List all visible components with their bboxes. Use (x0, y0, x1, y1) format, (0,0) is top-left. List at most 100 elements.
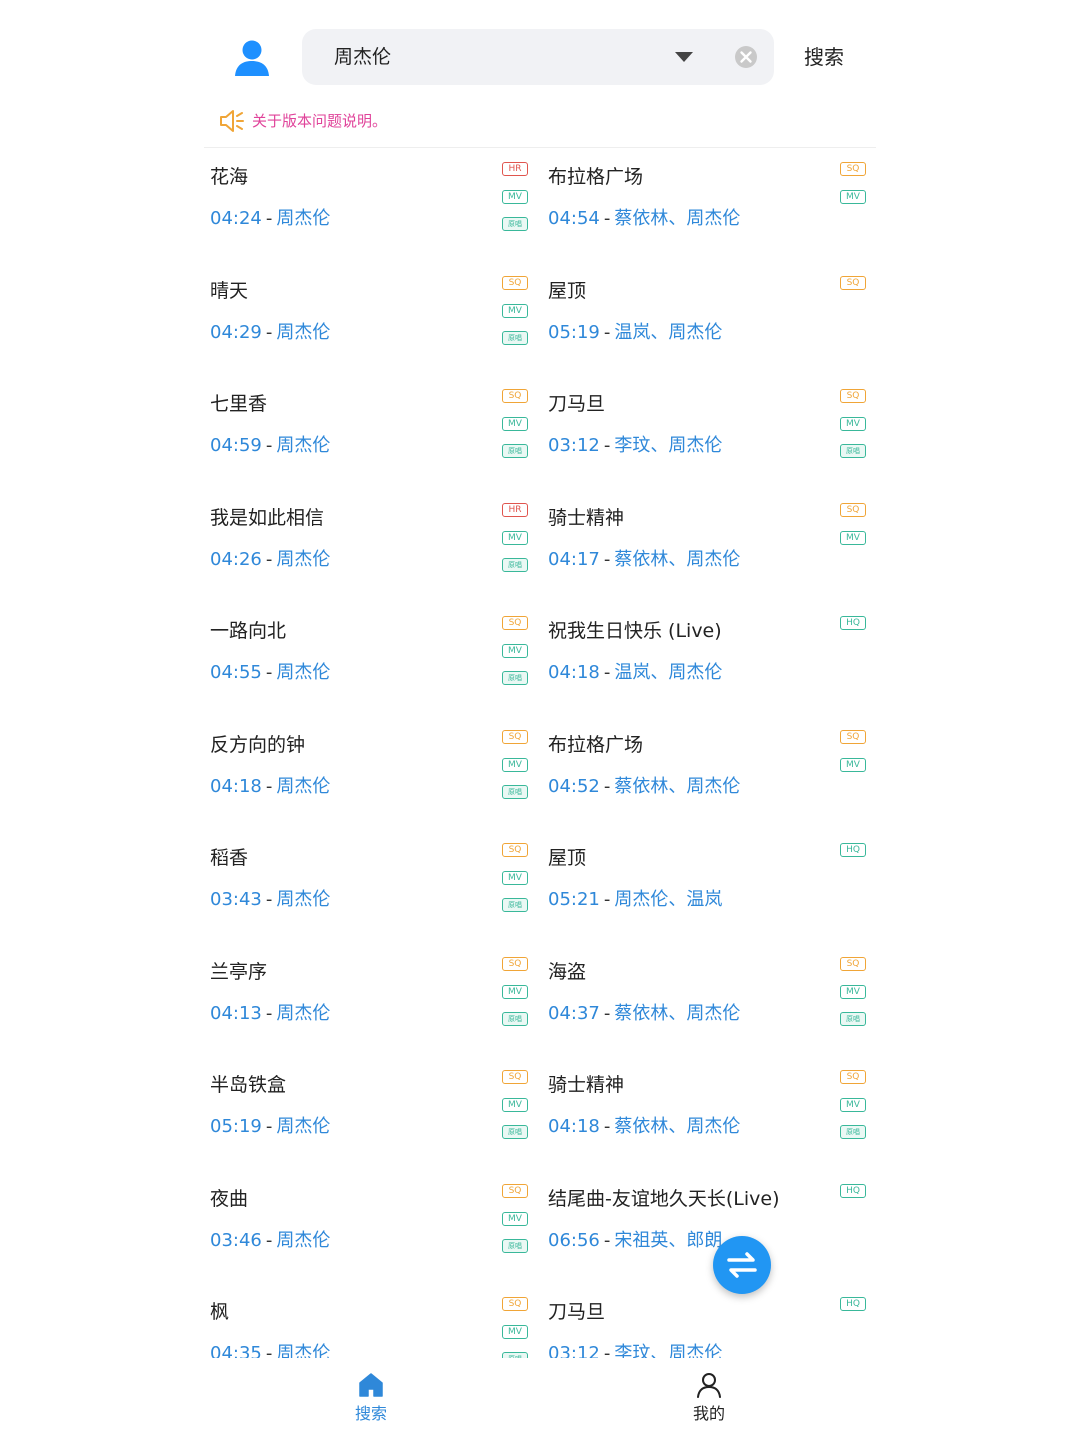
song-duration: 06:56 (548, 1229, 600, 1251)
clear-icon[interactable] (734, 45, 758, 69)
badge-mv: MV (502, 984, 528, 999)
meta-separator: - (603, 1343, 611, 1358)
song-item[interactable]: 七里香 04:59- 周杰伦 SQ MV 原唱 (204, 375, 540, 488)
search-input[interactable]: 周杰伦 (302, 29, 774, 85)
search-button[interactable]: 搜索 (804, 29, 844, 85)
meta-separator: - (265, 1116, 273, 1137)
meta-separator: - (265, 321, 273, 343)
song-duration: 04:24 (210, 208, 262, 229)
song-artist: 李玟、周杰伦 (614, 435, 723, 456)
nav-mine[interactable]: 我的 (669, 1372, 749, 1432)
nav-mine-label: 我的 (692, 1404, 725, 1423)
song-title: 花海 (210, 166, 249, 188)
song-duration: 04:55 (210, 662, 262, 683)
song-item[interactable]: 夜曲 03:46- 周杰伦 SQ MV 原唱 (204, 1170, 540, 1283)
song-title: 一路向北 (210, 620, 287, 642)
user-icon[interactable] (232, 38, 272, 78)
song-duration: 04:13 (210, 1002, 262, 1024)
song-meta: 04:13- 周杰伦 (210, 999, 330, 1025)
badge-mv: MV (502, 871, 528, 885)
song-title: 兰亭序 (210, 960, 268, 983)
search-query-text[interactable]: 周杰伦 (334, 29, 391, 85)
song-duration: 04:59 (210, 435, 262, 456)
song-item[interactable]: 结尾曲-友谊地久天长(Live) 06:56- 宋祖英、郎朗... HQ (542, 1170, 878, 1283)
song-title: 晴天 (210, 279, 249, 302)
song-item[interactable]: 晴天 04:29- 周杰伦 SQ MV 原唱 (204, 262, 540, 375)
song-item[interactable]: 布拉格广场 04:52- 蔡依林、周杰伦 SQ MV (542, 716, 878, 829)
quality-badges: HQ (840, 829, 870, 919)
song-item[interactable]: 屋顶 05:21- 周杰伦、温岚 HQ (542, 829, 878, 942)
song-meta: 06:56- 宋祖英、郎朗... (548, 1226, 740, 1252)
meta-separator: - (603, 775, 611, 797)
badge-sq: SQ (502, 956, 528, 971)
quality-badges: SQ MV 原唱 (502, 829, 532, 919)
quality-badges: SQ MV (840, 716, 870, 806)
song-title: 枫 (210, 1301, 230, 1323)
song-item[interactable]: 祝我生日快乐 (Live) 04:18- 温岚、周杰伦 HQ (542, 602, 878, 715)
meta-separator: - (265, 1002, 273, 1024)
song-meta: 03:12- 李玟、周杰伦 (548, 1339, 722, 1358)
song-item[interactable]: 花海 04:24- 周杰伦 HR MV 原唱 (204, 148, 540, 261)
badge-sq: SQ (502, 1297, 528, 1311)
badge-original: 原唱 (502, 444, 528, 458)
badge-sq: SQ (502, 389, 528, 403)
badge-sq: SQ (502, 1070, 528, 1084)
song-meta: 04:18- 周杰伦 (210, 772, 330, 798)
song-duration: 04:54 (548, 208, 600, 229)
quality-badges: HQ (840, 1170, 870, 1260)
badge-original: 原唱 (840, 1011, 866, 1026)
song-item[interactable]: 稻香 03:43- 周杰伦 SQ MV 原唱 (204, 829, 540, 942)
song-item[interactable]: 半岛铁盒 05:19- 周杰伦 SQ MV 原唱 (204, 1056, 540, 1169)
bottom-nav: 搜索 我的 (0, 1360, 1080, 1440)
badge-mv: MV (840, 530, 866, 545)
song-item[interactable]: 枫 04:35-周杰伦 SQ MV 原唱 (204, 1283, 540, 1358)
song-item[interactable]: 我是如此相信 04:26- 周杰伦 HR MV 原唱 (204, 489, 540, 602)
song-list[interactable]: 花海 04:24- 周杰伦 HR MV 原唱 布拉格广场 04:54- 蔡依林、周杰伦 SQ MV 晴… (0, 148, 1080, 1358)
song-item[interactable]: 兰亭序 04:13- 周杰伦 SQ MV 原唱 (204, 943, 540, 1056)
caret-down-icon[interactable] (674, 51, 694, 63)
meta-separator: - (603, 548, 611, 570)
badge-original: 原唱 (502, 217, 528, 231)
song-title: 刀马旦 (548, 1301, 606, 1323)
song-item[interactable]: 一路向北 04:55- 周杰伦 SQ MV 原唱 (204, 602, 540, 715)
song-meta: 05:19- 周杰伦 (210, 1112, 330, 1138)
song-duration: 03:46 (210, 1229, 262, 1251)
song-item[interactable]: 刀马旦 03:12- 李玟、周杰伦 HQ (542, 1283, 878, 1358)
notice-text[interactable]: 关于版本问题说明。 (252, 106, 387, 136)
song-artist: 周杰伦、温岚 (614, 889, 723, 910)
song-item[interactable]: 骑士精神 04:18- 蔡依林、周杰伦 SQ MV 原唱 (542, 1056, 878, 1169)
quality-badges: SQ MV (840, 148, 870, 238)
song-item[interactable]: 布拉格广场 04:54- 蔡依林、周杰伦 SQ MV (542, 148, 878, 261)
song-title: 骑士精神 (548, 1074, 625, 1096)
badge-original: 原唱 (502, 671, 528, 685)
badge-hq: HQ (840, 1297, 866, 1311)
song-item[interactable]: 骑士精神 04:17- 蔡依林、周杰伦 SQ MV (542, 489, 878, 602)
song-title: 我是如此相信 (210, 506, 325, 529)
song-meta: 03:12- 李玟、周杰伦 (548, 431, 722, 457)
swap-button[interactable] (713, 1236, 771, 1294)
song-item[interactable]: 屋顶 05:19- 温岚、周杰伦 SQ (542, 262, 878, 375)
badge-original: 原唱 (502, 557, 528, 572)
song-title: 稻香 (210, 847, 249, 869)
song-title: 骑士精神 (548, 506, 625, 529)
quality-badges: SQ MV 原唱 (840, 1056, 870, 1146)
meta-separator: - (265, 435, 273, 456)
song-artist: 周杰伦 (276, 321, 331, 343)
song-meta: 05:19- 温岚、周杰伦 (548, 318, 722, 344)
song-item[interactable]: 反方向的钟 04:18- 周杰伦 SQ MV 原唱 (204, 716, 540, 829)
song-artist: 温岚、周杰伦 (614, 321, 723, 343)
badge-hq: HQ (840, 843, 866, 857)
meta-separator: - (265, 208, 273, 229)
badge-mv: MV (840, 417, 866, 431)
badge-sq: SQ (840, 162, 866, 176)
nav-search[interactable]: 搜索 (331, 1372, 411, 1432)
song-title: 海盗 (548, 960, 587, 983)
song-item[interactable]: 海盗 04:37- 蔡依林、周杰伦 SQ MV 原唱 (542, 943, 878, 1056)
badge-mv: MV (502, 530, 528, 545)
song-item[interactable]: 刀马旦 03:12- 李玟、周杰伦 SQ MV 原唱 (542, 375, 878, 488)
meta-separator: - (603, 1116, 611, 1137)
song-meta: 03:43- 周杰伦 (210, 885, 330, 911)
song-title: 反方向的钟 (210, 733, 306, 756)
badge-sq: SQ (840, 389, 866, 403)
song-duration: 05:21 (548, 889, 600, 910)
